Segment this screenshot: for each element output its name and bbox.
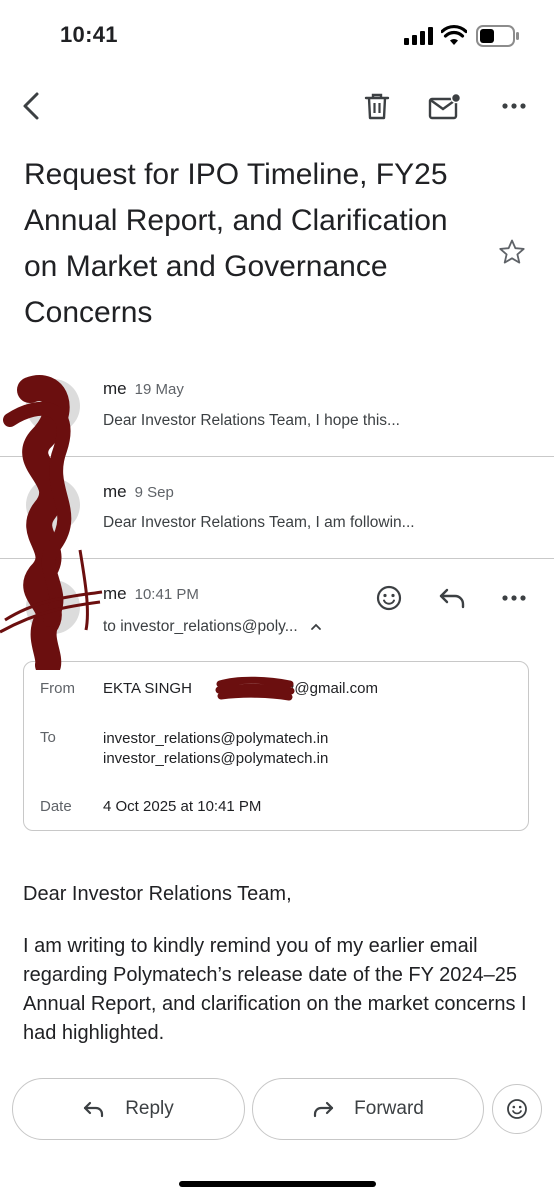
status-time: 10:41 <box>60 22 118 47</box>
forward-icon <box>314 1101 334 1118</box>
star-button[interactable] <box>492 232 532 272</box>
from-value: EKTA SINGH 2@gmail.com <box>103 680 378 697</box>
more-horizontal-icon <box>502 595 526 601</box>
message-more-button[interactable] <box>494 578 534 618</box>
reply-icon <box>84 1101 104 1118</box>
emoji-reaction-button[interactable] <box>492 1084 542 1134</box>
from-label: From <box>40 680 75 697</box>
message-time: 10:41 PM <box>134 586 199 603</box>
emoji-icon <box>507 1099 527 1119</box>
to-address: investor_relations@polymatech.in <box>103 750 329 767</box>
thread-message-collapsed[interactable]: me 19 May Dear Investor Relations Team, I… <box>0 365 554 455</box>
date-value: 4 Oct 2025 at 10:41 PM <box>103 798 262 815</box>
home-indicator <box>179 1181 376 1187</box>
message-date: 19 May <box>134 381 184 398</box>
from-email: 2@gmail.com <box>286 680 379 697</box>
from-name: EKTA SINGH <box>103 680 192 697</box>
add-reaction-button[interactable] <box>369 578 409 618</box>
sender-name: me <box>103 482 127 501</box>
reply-action-button[interactable]: Reply <box>12 1078 245 1140</box>
forward-action-button[interactable]: Forward <box>252 1078 484 1140</box>
message-header: me 10:41 PM <box>103 584 199 604</box>
message-details-card: From EKTA SINGH 2@gmail.com To investor_… <box>23 661 529 831</box>
message-snippet: Dear Investor Relations Team, I hope thi… <box>103 412 400 429</box>
more-options-button[interactable] <box>494 86 534 126</box>
more-horizontal-icon <box>502 103 526 109</box>
recipient-summary-text: to investor_relations@poly... <box>103 618 298 635</box>
recipient-summary[interactable]: to investor_relations@poly... <box>103 618 322 636</box>
email-body-paragraph: I am writing to kindly remind you of my … <box>23 935 527 1044</box>
trash-icon <box>364 93 390 120</box>
to-address: investor_relations@polymatech.in <box>103 730 329 747</box>
reply-button[interactable] <box>432 578 472 618</box>
message-header: me 9 Sep <box>103 482 174 502</box>
email-greeting: Dear Investor Relations Team, <box>23 883 292 905</box>
sender-name: me <box>103 584 127 603</box>
star-icon <box>499 239 525 264</box>
avatar <box>26 478 80 532</box>
sender-name: me <box>103 379 127 398</box>
to-label: To <box>40 729 56 746</box>
battery-icon <box>476 25 520 52</box>
cellular-signal-icon <box>404 27 434 50</box>
avatar <box>26 580 80 634</box>
avatar <box>26 379 80 433</box>
divider <box>0 558 554 559</box>
reply-label: Reply <box>125 1098 174 1119</box>
reply-icon <box>439 588 465 609</box>
mark-unread-button[interactable] <box>425 86 465 126</box>
forward-label: Forward <box>354 1098 424 1119</box>
date-label: Date <box>40 798 72 815</box>
message-header: me 19 May <box>103 379 184 399</box>
chevron-left-icon <box>23 92 39 120</box>
wifi-icon <box>440 24 468 51</box>
thread-message-collapsed[interactable]: me 9 Sep Dear Investor Relations Team, I … <box>0 468 554 558</box>
divider <box>0 456 554 457</box>
chevron-up-icon <box>310 623 321 630</box>
emoji-icon <box>376 585 402 611</box>
message-date: 9 Sep <box>134 484 174 501</box>
mail-unread-icon <box>428 92 462 120</box>
email-subject: Request for IPO Timeline, FY25 Annual Re… <box>24 158 448 329</box>
back-button[interactable] <box>12 86 52 126</box>
message-snippet: Dear Investor Relations Team, I am follo… <box>103 514 415 531</box>
delete-button[interactable] <box>357 86 397 126</box>
to-value: investor_relations@polymatech.in investo… <box>103 729 328 769</box>
